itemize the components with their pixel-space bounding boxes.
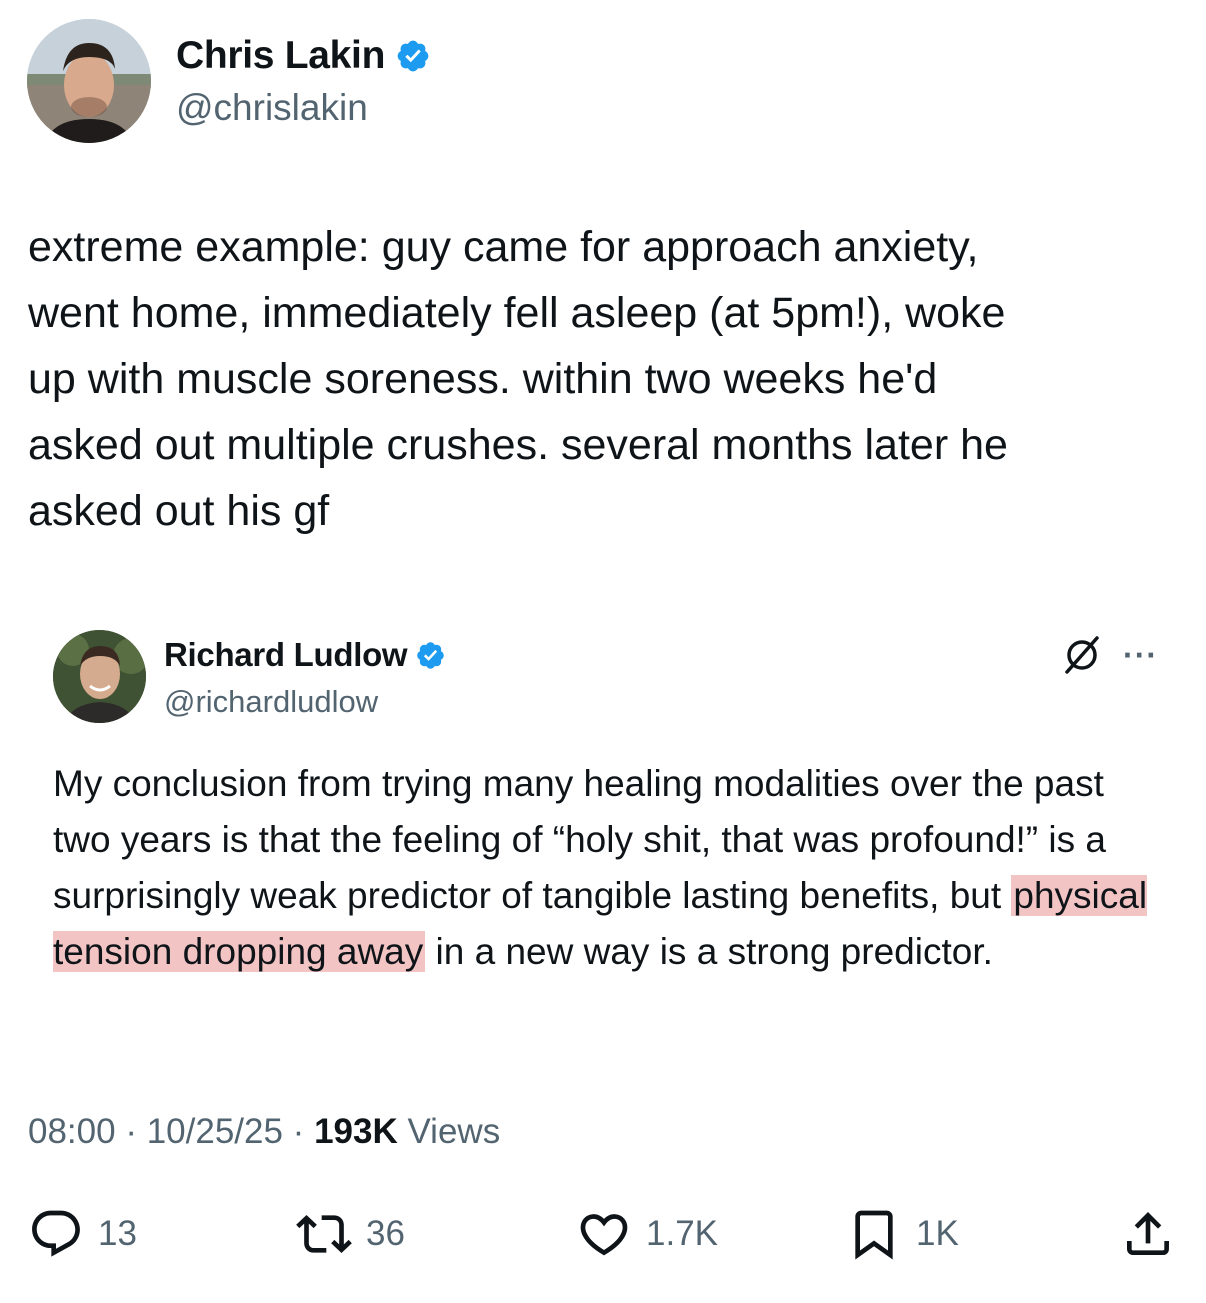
- heart-icon: [580, 1214, 628, 1256]
- author-name[interactable]: Chris Lakin: [176, 34, 431, 78]
- share-icon: [1127, 1212, 1169, 1255]
- bookmark-button[interactable]: 1K: [846, 1202, 959, 1266]
- quoted-author-name[interactable]: Richard Ludlow: [164, 636, 446, 674]
- author-avatar[interactable]: [27, 19, 151, 143]
- quoted-text-after: in a new way is a strong predictor.: [425, 931, 993, 972]
- repost-button[interactable]: 36: [296, 1202, 405, 1266]
- like-button[interactable]: 1.7K: [576, 1202, 718, 1266]
- share-button[interactable]: [1120, 1202, 1176, 1266]
- reply-button[interactable]: 13: [28, 1202, 137, 1266]
- views-label: Views: [407, 1112, 501, 1151]
- verified-badge-icon: [397, 40, 429, 72]
- meta-separator: ·: [115, 1112, 147, 1151]
- tweet-date[interactable]: 10/25/25: [147, 1112, 283, 1151]
- quoted-author-avatar[interactable]: [53, 630, 146, 723]
- tweet-meta: 08:00 · 10/25/25 · 193K Views: [28, 1112, 500, 1152]
- repost-count: 36: [366, 1214, 405, 1253]
- quoted-author-name-text[interactable]: Richard Ludlow: [164, 636, 408, 674]
- author-handle[interactable]: @chrislakin: [176, 87, 368, 129]
- tweet-page: Chris Lakin @chrislakin extreme example:…: [0, 0, 1206, 1303]
- bookmark-count: 1K: [916, 1214, 959, 1253]
- like-count: 1.7K: [646, 1214, 718, 1253]
- verified-badge-icon: [417, 641, 445, 669]
- views-count: 193K: [314, 1112, 398, 1151]
- meta-separator: ·: [282, 1112, 315, 1151]
- reply-icon: [32, 1210, 80, 1257]
- reply-count: 13: [98, 1214, 137, 1253]
- quoted-tweet-tools: ···: [1061, 634, 1158, 676]
- tweet-text: extreme example: guy came for approach a…: [28, 223, 1008, 535]
- quoted-tweet[interactable]: Richard Ludlow @richardludlow ··· My con…: [28, 604, 1178, 1054]
- bookmark-icon: [855, 1210, 893, 1260]
- quoted-tweet-text: My conclusion from trying many healing m…: [53, 756, 1163, 980]
- repost-icon: [296, 1215, 352, 1253]
- action-bar: 13 36 1.7K 1K: [28, 1202, 1178, 1266]
- grok-slash-icon[interactable]: [1061, 634, 1103, 676]
- more-options-icon[interactable]: ···: [1123, 639, 1158, 671]
- quoted-text-before: My conclusion from trying many healing m…: [53, 763, 1106, 916]
- tweet-time[interactable]: 08:00: [28, 1112, 116, 1151]
- quoted-author-handle[interactable]: @richardludlow: [164, 684, 378, 720]
- author-name-text[interactable]: Chris Lakin: [176, 34, 385, 78]
